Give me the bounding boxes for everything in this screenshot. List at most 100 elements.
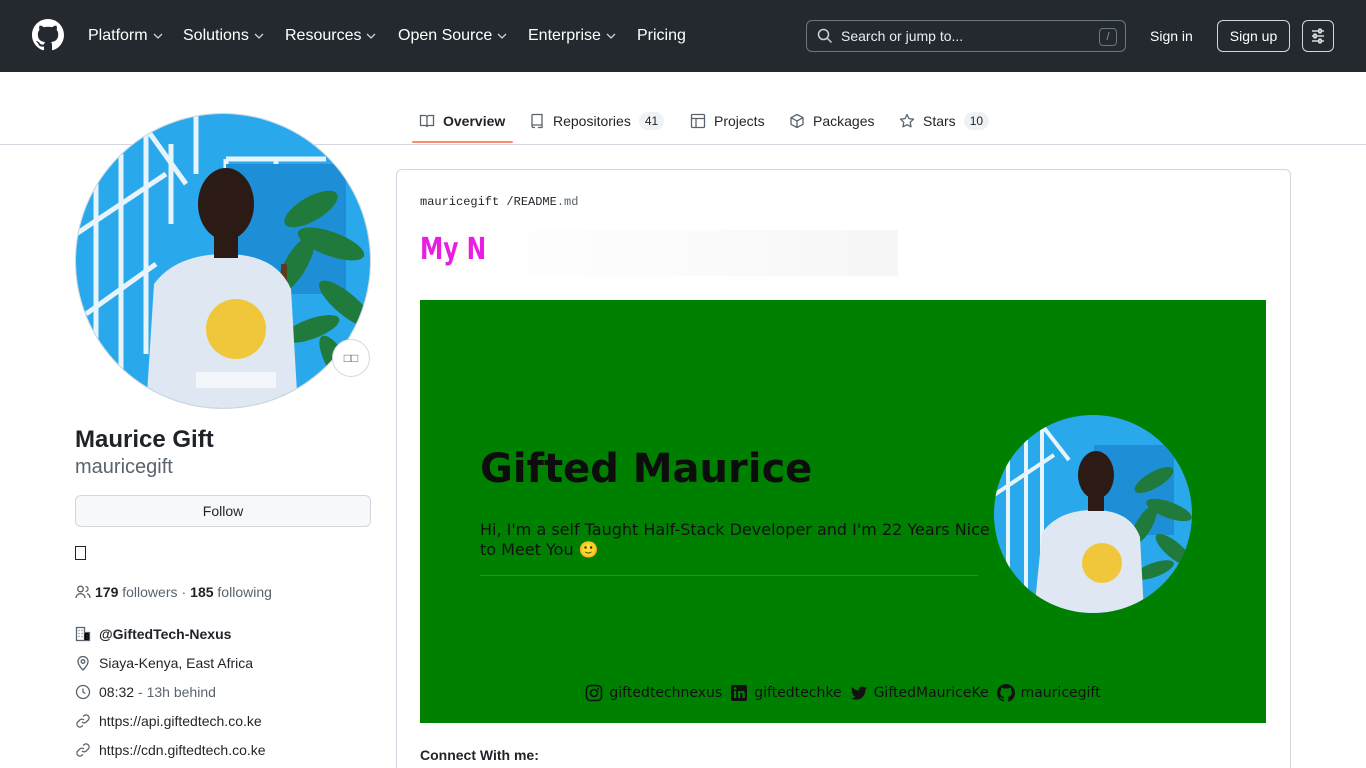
tab-overview[interactable]: Overview	[419, 111, 505, 131]
tab-stars[interactable]: Stars 10	[899, 111, 990, 131]
followers-link[interactable]: 179 followers	[95, 584, 178, 600]
social-github[interactable]: mauricegift	[996, 684, 1101, 702]
location-text: Siaya-Kenya, East Africa	[99, 655, 254, 671]
chevron-down-icon	[254, 33, 264, 39]
book-icon	[419, 114, 435, 128]
social-linkedin[interactable]: giftedtechke	[730, 684, 842, 702]
global-menu-button[interactable]	[1302, 20, 1334, 52]
search-box[interactable]: /	[806, 20, 1126, 52]
profile-link-1: https://api.giftedtech.co.ke	[75, 711, 262, 731]
typing-svg-background	[420, 230, 898, 276]
banner-avatar-photo	[994, 415, 1192, 613]
linkedin-icon	[731, 685, 748, 701]
following-link[interactable]: 185 following	[190, 584, 272, 600]
tab-packages-label: Packages	[813, 113, 875, 129]
tab-repositories-label: Repositories	[553, 113, 631, 129]
search-icon	[817, 28, 833, 44]
time-offset-text: - 13h behind	[138, 684, 216, 700]
github-logo-icon[interactable]	[32, 19, 64, 51]
social-instagram[interactable]: giftedtechnexus	[585, 684, 722, 702]
follow-button[interactable]: Follow	[75, 495, 371, 527]
global-header: Platform Solutions Resources Open Source…	[0, 0, 1366, 72]
profile-link-2: https://cdn.giftedtech.co.ke	[75, 740, 266, 760]
tab-repositories[interactable]: Repositories 41	[529, 111, 665, 131]
readme-file-name[interactable]: README	[514, 195, 557, 209]
nav-pricing-label: Pricing	[637, 27, 686, 44]
sliders-icon	[1312, 28, 1324, 44]
star-icon	[899, 113, 915, 128]
chevron-down-icon	[497, 33, 507, 39]
search-shortcut-key: /	[1099, 28, 1117, 46]
profile-organization: @GiftedTech-Nexus	[75, 624, 231, 644]
followers-count: 179	[95, 584, 119, 600]
nav-pricing[interactable]: Pricing	[637, 25, 686, 47]
linkedin-handle: giftedtechke	[754, 685, 842, 701]
banner-bio: Hi, I'm a self Taught Half-Stack Develop…	[480, 520, 990, 559]
twitter-icon	[850, 686, 867, 700]
readme-banner: Gifted Maurice Hi, I'm a self Taught Hal…	[420, 300, 1266, 723]
readme-path: mauricegift /README.md	[420, 195, 578, 209]
following-count: 185	[190, 584, 214, 600]
website-link-1[interactable]: https://api.giftedtech.co.ke	[99, 713, 262, 729]
banner-divider	[480, 575, 978, 576]
nav-enterprise[interactable]: Enterprise	[528, 25, 617, 47]
social-twitter[interactable]: GiftedMauriceKe	[850, 684, 989, 702]
profile-full-name: Maurice Gift	[75, 426, 214, 453]
instagram-icon	[586, 684, 603, 702]
local-time-text: 08:32	[99, 684, 135, 700]
link-icon	[76, 714, 90, 728]
profile-username: mauricegift	[75, 456, 173, 478]
search-input[interactable]	[841, 28, 1091, 44]
table-icon	[690, 113, 706, 129]
link-icon	[76, 743, 90, 757]
profile-location: Siaya-Kenya, East Africa	[75, 653, 253, 673]
typing-headline: My N	[420, 232, 487, 267]
sign-up-button[interactable]: Sign up	[1217, 20, 1290, 52]
website-link-2[interactable]: https://cdn.giftedtech.co.ke	[99, 742, 266, 758]
organization-link[interactable]: @GiftedTech-Nexus	[99, 626, 231, 642]
banner-avatar	[994, 415, 1192, 613]
avatar-photo	[76, 114, 370, 408]
nav-enterprise-label: Enterprise	[528, 27, 601, 44]
set-status-button[interactable]: □□	[332, 339, 370, 377]
nav-solutions-label: Solutions	[183, 27, 249, 44]
chevron-down-icon	[606, 33, 616, 39]
readme-owner-link[interactable]: mauricegift	[420, 195, 499, 209]
github-icon	[996, 684, 1015, 702]
stars-count-badge: 10	[963, 112, 990, 130]
status-emoji-placeholder	[75, 546, 86, 560]
organization-icon	[75, 626, 91, 642]
package-icon	[790, 113, 804, 129]
github-handle: mauricegift	[1020, 685, 1101, 701]
connect-heading: Connect With me:	[420, 747, 539, 763]
twitter-handle: GiftedMauriceKe	[873, 685, 989, 701]
nav-solutions[interactable]: Solutions	[183, 25, 265, 47]
banner-socials: giftedtechnexus giftedtechke GiftedMauri…	[420, 684, 1266, 702]
people-icon	[75, 585, 91, 599]
nav-open-source[interactable]: Open Source	[398, 25, 508, 47]
nav-open-source-label: Open Source	[398, 27, 493, 44]
chevron-down-icon	[367, 33, 376, 39]
active-tab-indicator	[412, 141, 513, 143]
chevron-down-icon	[153, 33, 163, 39]
tab-stars-label: Stars	[923, 113, 956, 129]
sign-in-link[interactable]: Sign in	[1150, 28, 1193, 44]
tab-packages[interactable]: Packages	[789, 111, 874, 131]
followers-label: followers	[122, 584, 178, 600]
instagram-handle: giftedtechnexus	[609, 685, 723, 701]
banner-name: Gifted Maurice	[480, 446, 813, 492]
nav-platform-label: Platform	[88, 27, 148, 44]
location-icon	[77, 655, 89, 671]
following-label: following	[217, 584, 272, 600]
follow-stats: 179 followers · 185 following	[75, 584, 272, 600]
repositories-count-badge: 41	[638, 112, 665, 130]
readme-path-separator: /	[506, 195, 514, 209]
nav-resources-label: Resources	[285, 27, 362, 44]
clock-icon	[75, 684, 91, 700]
nav-resources[interactable]: Resources	[285, 25, 377, 47]
tab-projects[interactable]: Projects	[690, 111, 765, 131]
nav-platform[interactable]: Platform	[88, 25, 164, 47]
follow-separator: ·	[181, 584, 187, 600]
avatar[interactable]	[75, 113, 371, 409]
tab-projects-label: Projects	[714, 113, 765, 129]
